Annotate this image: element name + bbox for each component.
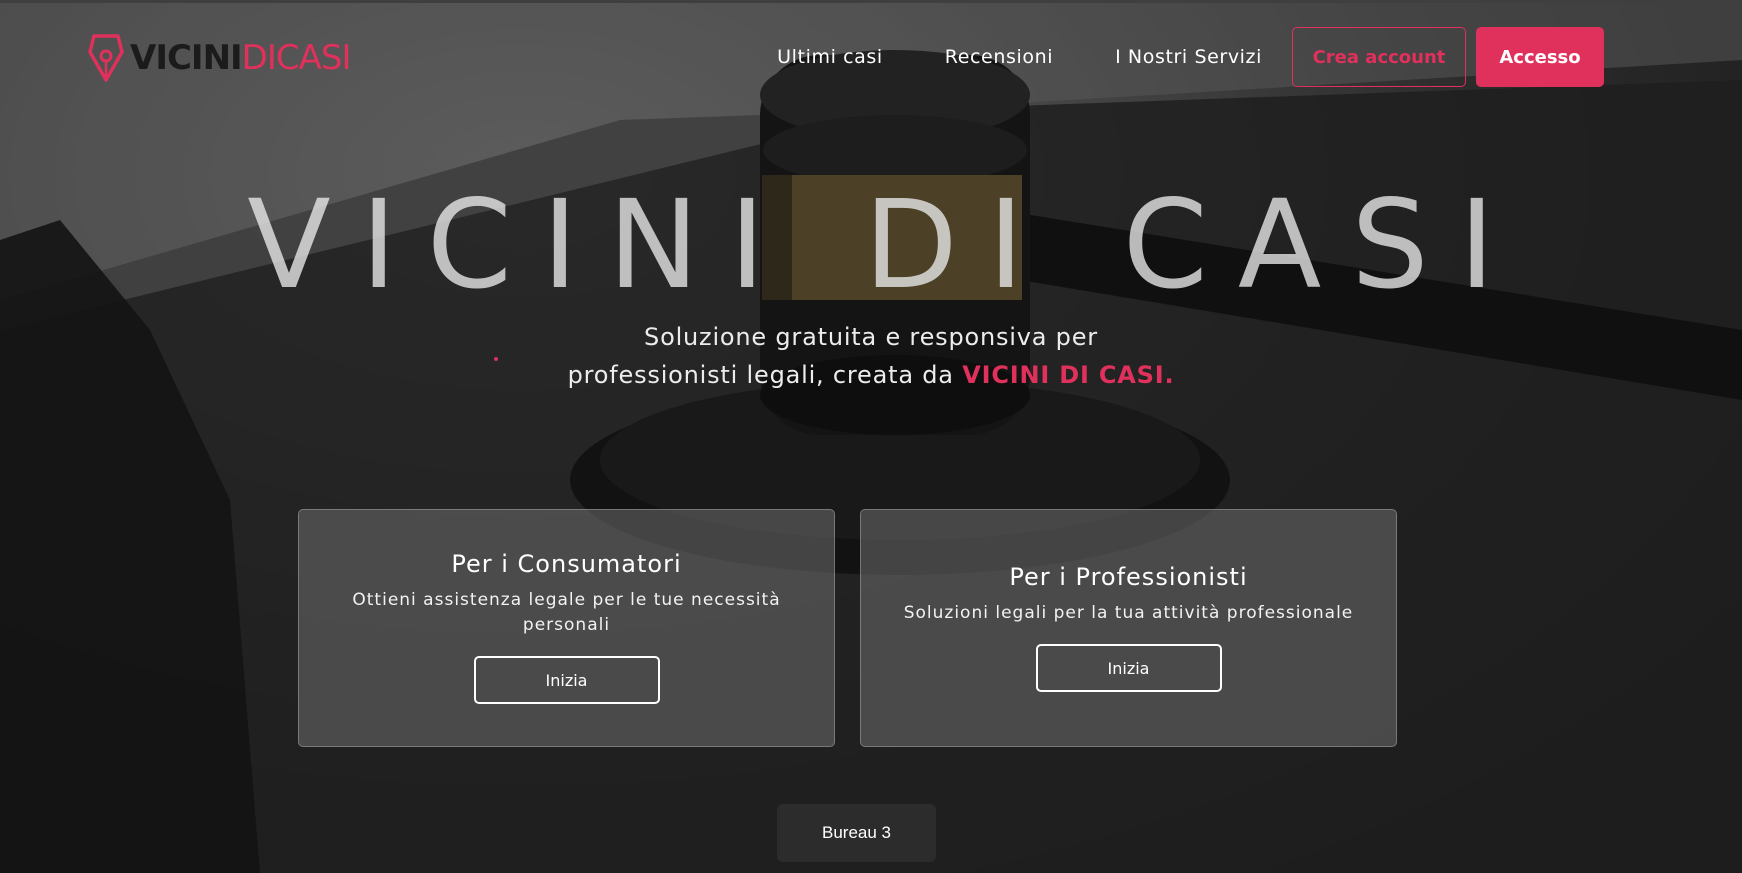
hero-subtitle-line1: Soluzione gratuita e responsiva per	[644, 323, 1098, 351]
site-logo[interactable]: VICINIDICASI	[86, 28, 351, 88]
landing-page: VICINIDICASI Ultimi casi Recensioni I No…	[0, 0, 1742, 873]
logo-text-part2: DICASI	[241, 38, 352, 78]
professional-start-button[interactable]: Inizia	[1035, 644, 1222, 692]
logo-text: VICINIDICASI	[130, 38, 351, 78]
consumer-start-button[interactable]: Inizia	[473, 656, 660, 704]
hero-subtitle-line2-text: professionisti legali, creata da	[567, 361, 954, 389]
bureau-button[interactable]: Bureau 3	[777, 804, 936, 862]
logo-text-part1: VICINI	[130, 38, 243, 78]
card-description: Ottieni assistenza legale per le tue nec…	[352, 590, 781, 635]
nav-link-ultimi-casi[interactable]: Ultimi casi	[777, 46, 883, 68]
nav-link-servizi[interactable]: I Nostri Servizi	[1115, 46, 1262, 68]
hero-subtitle: Soluzione gratuita e responsiva per prof…	[0, 318, 1742, 394]
hero-title: VICINI DI CASI	[247, 174, 1525, 316]
card-title: Per i Consumatori	[451, 550, 682, 578]
card-description: Soluzioni legali per la tua attività pro…	[903, 603, 1354, 623]
nav-link-recensioni[interactable]: Recensioni	[945, 46, 1053, 68]
hero-subtitle-brand: VICINI DI CASI.	[962, 361, 1175, 389]
login-button[interactable]: Accesso	[1476, 27, 1604, 87]
main-nav: Ultimi casi Recensioni I Nostri Servizi …	[777, 26, 1604, 88]
pen-nib-icon	[88, 34, 124, 82]
decorative-dot	[494, 357, 498, 361]
consumer-card: Per i Consumatori Ottieni assistenza leg…	[298, 509, 835, 747]
professional-card: Per i Professionisti Soluzioni legali pe…	[860, 509, 1397, 747]
card-title: Per i Professionisti	[1009, 563, 1248, 591]
hero-subtitle-line2: professionisti legali, creata da VICINI …	[0, 356, 1742, 394]
create-account-button[interactable]: Crea account	[1292, 27, 1466, 87]
